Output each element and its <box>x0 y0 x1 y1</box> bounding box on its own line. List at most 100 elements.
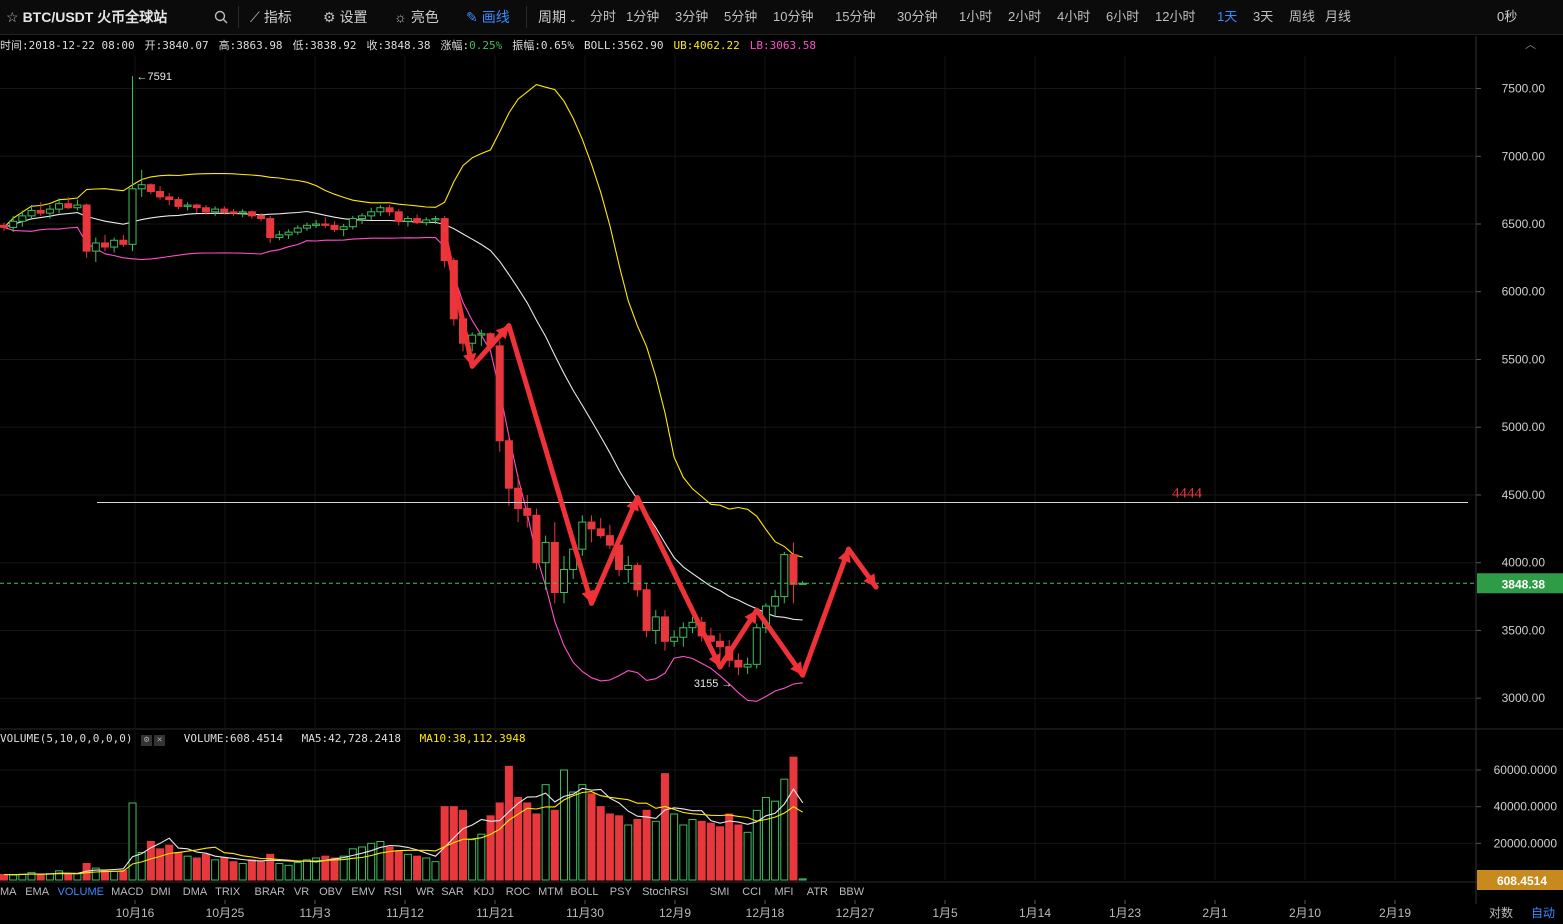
volume-bar[interactable] <box>257 861 266 881</box>
candle-body[interactable] <box>293 227 302 233</box>
candle-body[interactable] <box>201 207 210 213</box>
candle-body[interactable] <box>743 663 752 668</box>
candle-body[interactable] <box>220 208 229 213</box>
volume-bar[interactable] <box>578 784 587 881</box>
volume-bar[interactable] <box>367 842 376 881</box>
candle-body[interactable] <box>45 208 54 214</box>
volume-bar[interactable] <box>725 813 734 881</box>
volume-bar[interactable] <box>789 756 798 881</box>
candle-body[interactable] <box>27 209 36 217</box>
volume-bar[interactable] <box>137 852 146 881</box>
candle-body[interactable] <box>789 554 798 585</box>
candle-body[interactable] <box>229 211 238 214</box>
volume-bar[interactable] <box>780 778 789 881</box>
candle-body[interactable] <box>174 199 183 207</box>
volume-bar[interactable] <box>532 813 541 881</box>
indicator-tab[interactable]: ROC <box>506 884 530 900</box>
candle-body[interactable] <box>587 521 596 530</box>
candle-body[interactable] <box>257 215 266 220</box>
volume-settings-icon[interactable]: ⚙ <box>141 735 153 746</box>
candle-body[interactable] <box>119 239 128 245</box>
candle-body[interactable] <box>211 208 220 213</box>
indicator-tab[interactable]: MA <box>0 884 17 900</box>
candle-body[interactable] <box>91 242 100 252</box>
volume-bar[interactable] <box>761 797 770 881</box>
candle-body[interactable] <box>0 224 8 228</box>
candle-body[interactable] <box>532 514 541 564</box>
candle-body[interactable] <box>348 218 357 228</box>
candle-body[interactable] <box>156 190 165 198</box>
candle-body[interactable] <box>192 204 201 209</box>
volume-bar[interactable] <box>468 839 477 881</box>
volume-bar[interactable] <box>36 874 45 881</box>
volume-bar[interactable] <box>431 861 440 881</box>
volume-bar[interactable] <box>798 878 807 881</box>
candle-body[interactable] <box>578 521 587 550</box>
indicator-tab[interactable]: VR <box>294 884 309 900</box>
auto-scale-button[interactable]: 自动 <box>1531 904 1555 922</box>
candle-body[interactable] <box>165 196 174 201</box>
candle-body[interactable] <box>339 226 348 230</box>
volume-bar[interactable] <box>440 806 449 881</box>
indicator-tab[interactable]: MFI <box>775 884 794 900</box>
candle-body[interactable] <box>403 218 412 222</box>
volume-bar[interactable] <box>293 862 302 881</box>
candle-body[interactable] <box>312 223 321 226</box>
volume-bar[interactable] <box>541 784 550 881</box>
candle-body[interactable] <box>321 223 330 226</box>
indicator-tab[interactable]: MTM <box>538 884 563 900</box>
indicator-tab[interactable]: BBW <box>839 884 864 900</box>
indicator-tab[interactable]: ATR <box>807 884 828 900</box>
volume-bar[interactable] <box>688 819 697 881</box>
indicator-tab[interactable]: VOLUME <box>58 884 104 900</box>
volume-bar[interactable] <box>743 831 752 881</box>
volume-bar[interactable] <box>330 857 339 881</box>
candle-body[interactable] <box>559 568 568 594</box>
indicator-tab[interactable]: SMI <box>710 884 730 900</box>
volume-bar[interactable] <box>679 824 688 881</box>
candle-body[interactable] <box>358 215 367 220</box>
volume-bar[interactable] <box>624 824 633 881</box>
candle-body[interactable] <box>18 215 27 222</box>
volume-bar[interactable] <box>183 855 192 881</box>
volume-bar[interactable] <box>486 815 495 881</box>
candle-body[interactable] <box>670 636 679 642</box>
volume-close-icon[interactable]: ✕ <box>154 735 166 746</box>
volume-bar[interactable] <box>559 769 568 881</box>
candle-body[interactable] <box>495 345 504 442</box>
candle-body[interactable] <box>137 184 146 190</box>
candle-body[interactable] <box>624 564 633 570</box>
volume-bar[interactable] <box>247 859 256 881</box>
candle-body[interactable] <box>385 207 394 213</box>
volume-bar[interactable] <box>394 850 403 881</box>
candle-body[interactable] <box>523 508 532 516</box>
volume-bar[interactable] <box>651 820 660 881</box>
indicator-tab[interactable]: CCI <box>742 884 761 900</box>
volume-bar[interactable] <box>156 848 165 881</box>
volume-bar[interactable] <box>220 857 229 881</box>
volume-bar[interactable] <box>569 791 578 881</box>
volume-bar[interactable] <box>238 863 247 881</box>
candle-body[interactable] <box>376 207 385 213</box>
candle-body[interactable] <box>100 242 109 248</box>
candle-body[interactable] <box>468 334 477 344</box>
volume-bar[interactable] <box>642 809 651 881</box>
candle-body[interactable] <box>266 218 275 239</box>
volume-bar[interactable] <box>275 863 284 881</box>
candle-body[interactable] <box>55 203 64 210</box>
volume-bar[interactable] <box>459 809 467 881</box>
volume-bar[interactable] <box>605 813 614 881</box>
candle-body[interactable] <box>752 627 761 665</box>
indicator-tab[interactable]: KDJ <box>474 884 495 900</box>
candlestick-chart[interactable]: 7500.00 7000.00 6500.00 6000.00 5500.00 5000.… <box>0 0 1563 924</box>
candle-body[interactable] <box>541 541 550 564</box>
drawn-arrow-segment[interactable] <box>800 546 852 678</box>
volume-bar[interactable] <box>587 793 596 881</box>
volume-bar[interactable] <box>596 806 605 881</box>
candle-body[interactable] <box>413 218 422 224</box>
candle-body[interactable] <box>771 596 780 607</box>
volume-bar[interactable] <box>697 820 706 881</box>
candle-body[interactable] <box>660 616 669 642</box>
candle-body[interactable] <box>550 541 559 594</box>
indicator-tab[interactable]: DMA <box>183 884 207 900</box>
